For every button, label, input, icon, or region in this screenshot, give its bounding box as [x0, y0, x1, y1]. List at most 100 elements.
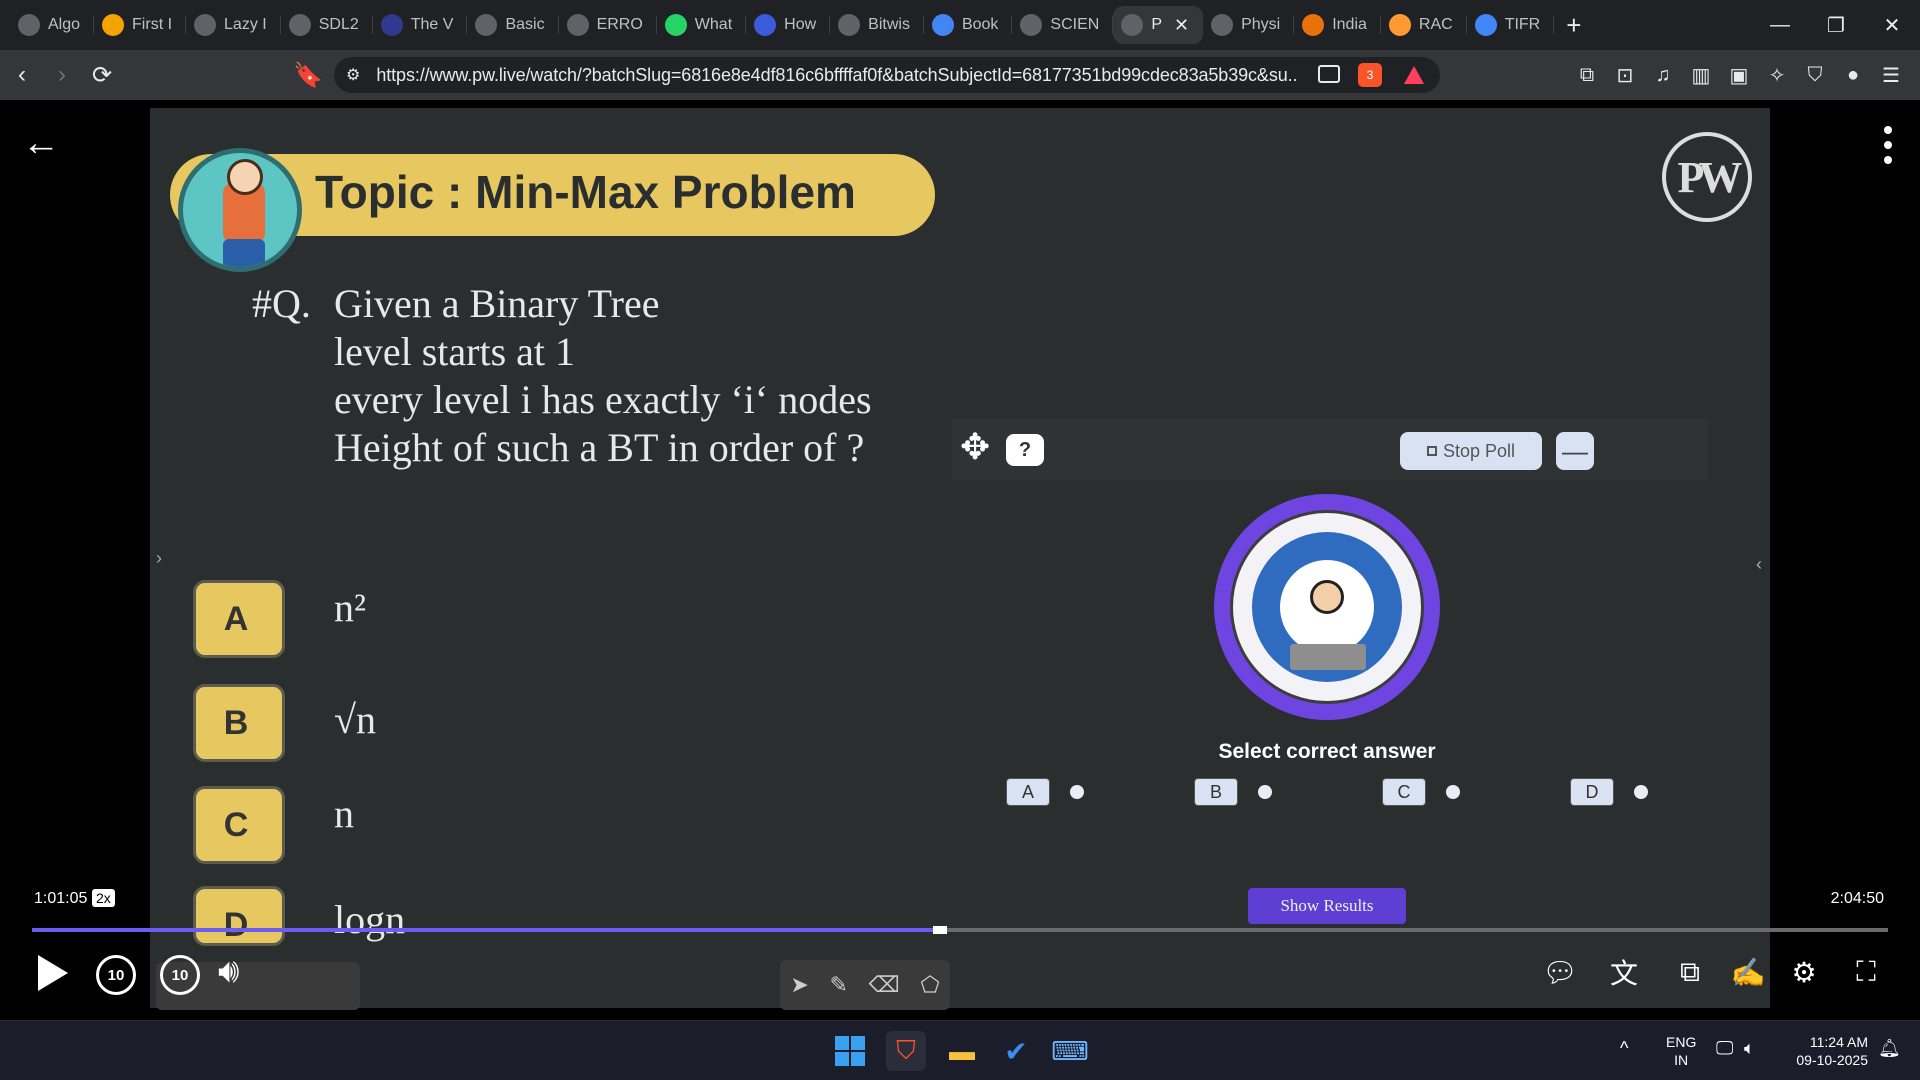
browser-tab[interactable]: Basic [467, 6, 559, 44]
browser-tab[interactable]: TIFR [1467, 6, 1555, 44]
tab-favicon-icon [754, 14, 777, 36]
browser-tab[interactable]: The V [373, 6, 468, 44]
brave-browser-taskbar-icon[interactable]: ⛉ [886, 1031, 926, 1071]
browser-tab[interactable]: SCIEN [1012, 6, 1114, 44]
option-b-text: √n [334, 697, 376, 742]
show-hidden-icons-chevron[interactable]: ^ [1620, 1039, 1628, 1057]
browser-tab[interactable]: India [1294, 6, 1381, 44]
back-icon[interactable]: ‹ [4, 57, 40, 93]
speaker-icon[interactable]: 🔈︎ [1744, 1039, 1755, 1057]
language-indicator[interactable]: ENG IN [1666, 1033, 1696, 1069]
radio-d[interactable] [1634, 785, 1648, 799]
start-button[interactable] [830, 1031, 870, 1071]
help-icon[interactable]: ? [1006, 434, 1044, 466]
extensions-icon[interactable]: ⧉ [1568, 64, 1606, 87]
todo-app-icon[interactable]: ✔ [996, 1031, 1036, 1071]
browser-tab[interactable]: Lazy I [186, 6, 281, 44]
address-bar[interactable]: ⚙ https://www.pw.live/watch/?batchSlug=6… [334, 57, 1440, 93]
settings-gear-icon[interactable]: ⚙ [1784, 952, 1824, 992]
radio-b[interactable] [1258, 785, 1272, 799]
poll-choice-b[interactable]: B [1194, 778, 1272, 806]
brave-shields-icon[interactable]: 3 [1358, 63, 1382, 87]
close-tab-icon[interactable]: ✕ [1174, 15, 1189, 36]
pointer-tool-icon[interactable]: ➤ [790, 972, 808, 998]
new-tab-icon[interactable]: + [1566, 10, 1581, 41]
forward-10-button[interactable]: 10 [160, 955, 200, 995]
reload-icon[interactable]: ⟳ [84, 57, 120, 93]
file-explorer-icon[interactable]: ▬ [942, 1031, 982, 1071]
minimize-poll-button[interactable]: — [1556, 432, 1594, 470]
screenshot-icon[interactable]: ⊡ [1606, 63, 1644, 88]
more-options-icon[interactable] [1884, 126, 1892, 171]
current-time: 1:01:05 [34, 890, 88, 907]
browser-tab[interactable]: Book [924, 6, 1013, 44]
forward-icon[interactable]: › [44, 57, 80, 93]
back-arrow-icon[interactable]: ← [22, 122, 60, 165]
left-chevron-icon[interactable]: › [156, 548, 162, 569]
browser-tab[interactable]: P ✕ [1113, 6, 1204, 44]
url-text[interactable]: https://www.pw.live/watch/?batchSlug=681… [376, 65, 1296, 86]
pen-tool-icon[interactable]: ✎ [830, 972, 848, 998]
close-window-icon[interactable]: ✕ [1864, 0, 1920, 50]
topic-title: Topic : Min-Max Problem [315, 166, 856, 218]
tab-label: P [1151, 16, 1162, 33]
windows-logo-icon [835, 1036, 865, 1066]
seek-bar-knob[interactable] [932, 926, 947, 934]
browser-tab-bar: Algo First I Lazy I SDL2 The V Basic ERRO What H… [0, 0, 1920, 50]
keyboard-app-icon[interactable]: ⌨ [1050, 1031, 1090, 1071]
menu-icon[interactable]: ☰ [1872, 63, 1910, 88]
network-icon[interactable]: 🖵 [1716, 1039, 1733, 1057]
notes-icon[interactable]: ✍ [1728, 952, 1768, 992]
option-d-text: logn [334, 897, 406, 942]
option-b-badge: B [193, 684, 285, 762]
tab-favicon-icon [664, 14, 687, 36]
media-icon[interactable]: ♫ [1644, 64, 1682, 87]
browser-tab[interactable]: What [657, 6, 747, 44]
leo-ai-icon[interactable]: ✧ [1758, 63, 1796, 88]
browser-tab[interactable]: ERRO [559, 6, 658, 44]
playback-speed-badge[interactable]: 2x [92, 889, 115, 907]
translate-icon[interactable]: 文 [1604, 952, 1644, 992]
stop-poll-button[interactable]: Stop Poll [1400, 432, 1542, 470]
play-button[interactable] [30, 950, 76, 996]
brave-rewards-icon[interactable] [1404, 66, 1424, 84]
profile-icon[interactable]: ● [1834, 64, 1872, 87]
chat-icon[interactable]: 💬︎ [1540, 952, 1580, 992]
site-settings-icon[interactable]: ⚙ [346, 65, 360, 85]
browser-tab[interactable]: Physi [1203, 6, 1295, 44]
browser-tab[interactable]: SDL2 [281, 6, 373, 44]
poll-choice-c[interactable]: C [1382, 778, 1460, 806]
browser-tab[interactable]: Algo [10, 6, 95, 44]
vpn-icon[interactable]: ⛉ [1796, 64, 1834, 87]
poll-choice-d[interactable]: D [1570, 778, 1648, 806]
cast-icon[interactable] [1318, 65, 1340, 83]
picture-in-picture-icon[interactable]: ⧉ [1670, 952, 1710, 992]
show-results-button[interactable]: Show Results [1248, 888, 1406, 924]
volume-icon[interactable]: 🔊︎ [218, 952, 239, 991]
minimize-window-icon[interactable]: — [1752, 0, 1808, 50]
tab-label: Basic [505, 16, 545, 33]
radio-a[interactable] [1070, 785, 1084, 799]
video-player[interactable]: ← Topic : Min-Max Problem PW #Q. Given a… [0, 100, 1920, 1020]
option-a-text: n² [334, 585, 366, 630]
right-chevron-icon[interactable]: ‹ [1756, 554, 1762, 575]
restore-window-icon[interactable]: ❐ [1808, 0, 1864, 50]
eraser-tool-icon[interactable]: ⌫ [869, 972, 900, 998]
fullscreen-icon[interactable]: ⛶ [1846, 952, 1886, 992]
seek-bar[interactable] [32, 926, 1888, 934]
browser-tab[interactable]: How [746, 6, 831, 44]
browser-tab[interactable]: Bitwis [830, 6, 924, 44]
sidebar-icon[interactable]: ▥ [1682, 63, 1720, 88]
tab-favicon-icon [931, 14, 954, 36]
rewind-10-button[interactable]: 10 [96, 955, 136, 995]
clock[interactable]: 11:24 AM 09-10-2025 [1786, 1033, 1868, 1069]
browser-tab[interactable]: RAC [1381, 6, 1467, 44]
wallet-icon[interactable]: ▣ [1720, 63, 1758, 88]
notification-bell-icon[interactable]: 🔔︎ [1878, 1039, 1901, 1057]
radio-c[interactable] [1446, 785, 1460, 799]
shape-tool-icon[interactable]: ⬠ [921, 972, 940, 998]
bookmark-icon[interactable]: 🔖 [290, 57, 326, 93]
move-icon[interactable]: ✥ [960, 426, 990, 468]
browser-tab[interactable]: First I [94, 6, 187, 44]
poll-choice-a[interactable]: A [1006, 778, 1084, 806]
